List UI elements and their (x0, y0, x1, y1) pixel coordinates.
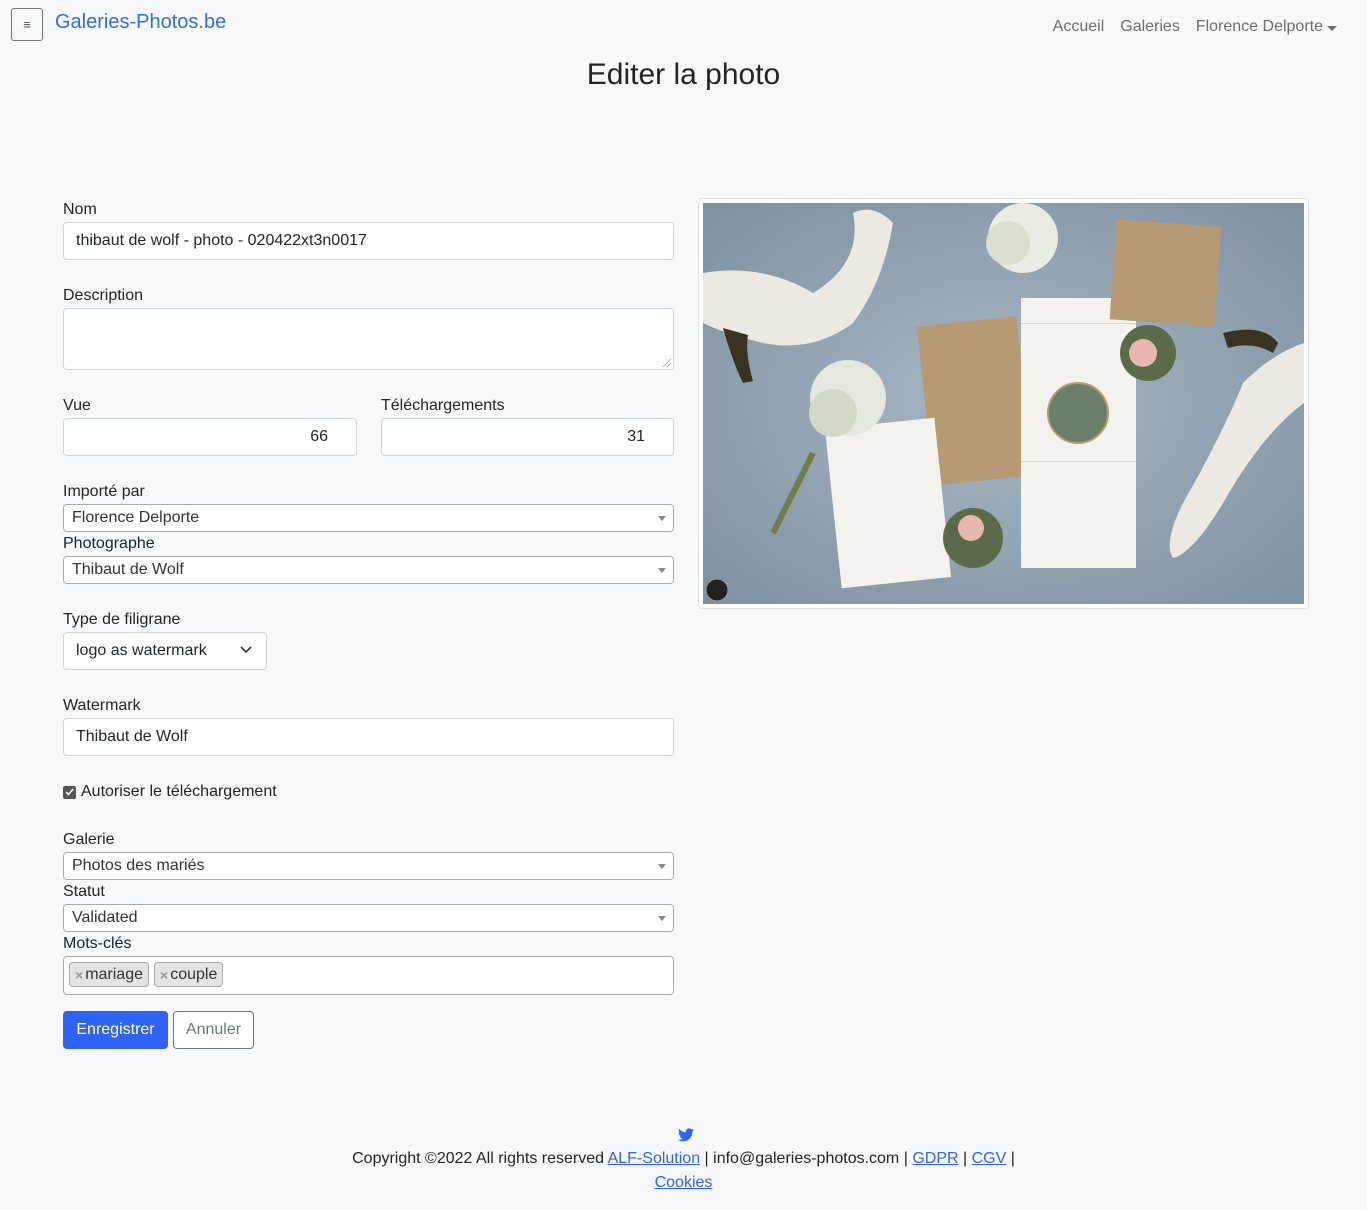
dropdown-arrow-icon (658, 864, 666, 869)
autoriser-telechargement-label[interactable]: Autoriser le téléchargement (81, 783, 277, 801)
galerie-label: Galerie (63, 831, 115, 848)
watermark-input[interactable]: Thibaut de Wolf (63, 718, 674, 756)
mots-cles-label: Mots-clés (63, 935, 132, 952)
nom-input[interactable]: thibaut de wolf - photo - 020422xt3n0017 (63, 222, 674, 260)
footer-cookies-line: Cookies (0, 1174, 1367, 1192)
nav-link-accueil[interactable]: Accueil (1053, 18, 1105, 36)
filigrane-value: logo as watermark (76, 642, 207, 659)
importe-par-select[interactable]: Florence Delporte (63, 504, 674, 532)
email-text: | info@galeries-photos.com | (704, 1150, 908, 1167)
telechargements-input[interactable]: 31 (381, 418, 674, 456)
filigrane-select[interactable]: logo as watermark (63, 632, 267, 670)
statut-select[interactable]: Validated (63, 904, 674, 932)
separator: | (963, 1150, 968, 1167)
nom-label: Nom (63, 201, 97, 218)
resize-grip-icon[interactable] (663, 359, 671, 367)
keyword-tag-label: mariage (85, 965, 143, 983)
galerie-value: Photos des mariés (72, 857, 205, 874)
importe-par-value: Florence Delporte (72, 509, 200, 526)
wedding-photo-image (703, 203, 1304, 604)
photographe-select[interactable]: Thibaut de Wolf (63, 556, 674, 584)
vue-label: Vue (63, 397, 91, 414)
autoriser-telechargement-row: Autoriser le téléchargement (63, 783, 277, 801)
footer-copyright-line: Copyright ©2022 All rights reserved ALF-… (0, 1150, 1367, 1168)
twitter-icon[interactable] (678, 1128, 694, 1142)
cgv-link[interactable]: CGV (972, 1150, 1007, 1167)
checkmark-icon (65, 788, 74, 796)
galerie-select[interactable]: Photos des mariés (63, 852, 674, 880)
dropdown-arrow-icon (658, 568, 666, 573)
description-label: Description (63, 287, 144, 304)
user-menu-dropdown[interactable]: Florence Delporte (1196, 18, 1337, 36)
save-button[interactable]: Enregistrer (63, 1011, 168, 1049)
separator: | (1010, 1150, 1015, 1167)
photo-preview (698, 198, 1309, 609)
vue-input[interactable]: 66 (63, 418, 357, 456)
page-title: Editer la photo (586, 58, 781, 91)
navbar: ≡ Galeries-Photos.be Accueil Galeries Fl… (0, 0, 1367, 50)
filigrane-label: Type de filigrane (63, 611, 181, 628)
keyword-tag-label: couple (170, 965, 218, 983)
keyword-tag: × mariage (69, 962, 149, 987)
telechargements-label: Téléchargements (381, 397, 505, 414)
copyright-text: Copyright ©2022 All rights reserved (352, 1150, 605, 1167)
hamburger-icon: ≡ (23, 17, 31, 32)
caret-down-icon (1327, 25, 1337, 31)
gdpr-link[interactable]: GDPR (912, 1150, 958, 1167)
statut-value: Validated (72, 909, 138, 926)
brand-link[interactable]: Galeries-Photos.be (55, 11, 226, 34)
remove-tag-icon[interactable]: × (75, 967, 83, 983)
remove-tag-icon[interactable]: × (160, 967, 168, 983)
dropdown-arrow-icon (658, 916, 666, 921)
chevron-down-icon (240, 646, 252, 654)
autoriser-telechargement-checkbox[interactable] (63, 785, 76, 799)
description-textarea[interactable] (63, 308, 674, 370)
dropdown-arrow-icon (658, 516, 666, 521)
alf-solution-link[interactable]: ALF-Solution (608, 1150, 701, 1167)
menu-toggle-button[interactable]: ≡ (11, 8, 43, 41)
cookies-link[interactable]: Cookies (655, 1174, 713, 1191)
watermark-label: Watermark (63, 697, 141, 714)
keyword-tag: × couple (154, 962, 224, 987)
statut-label: Statut (63, 883, 105, 900)
mots-cles-input[interactable]: × mariage × couple (63, 956, 674, 995)
user-menu-label: Florence Delporte (1195, 18, 1323, 35)
cancel-button[interactable]: Annuler (173, 1011, 254, 1049)
nav-link-galeries[interactable]: Galeries (1120, 18, 1180, 36)
photographe-label: Photographe (63, 535, 155, 552)
photographe-value: Thibaut de Wolf (72, 561, 184, 578)
nav-links: Accueil Galeries Florence Delporte (1053, 18, 1337, 36)
importe-par-label: Importé par (63, 483, 145, 500)
